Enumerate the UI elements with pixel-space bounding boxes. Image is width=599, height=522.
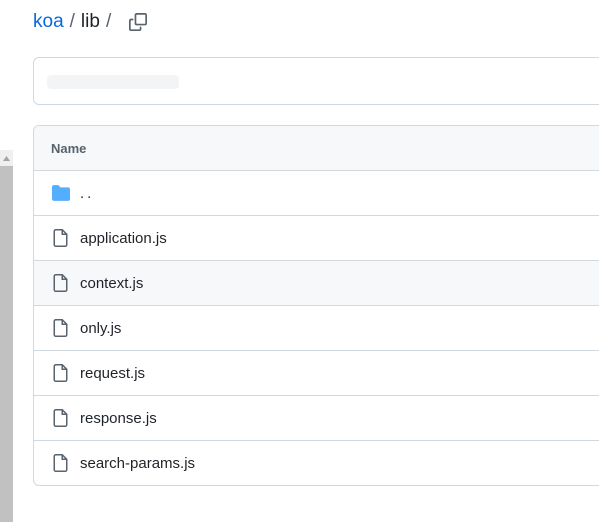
file-icon bbox=[51, 273, 71, 293]
file-link[interactable]: request.js bbox=[80, 365, 145, 382]
file-icon bbox=[51, 318, 71, 338]
copy-path-button[interactable] bbox=[127, 11, 149, 33]
file-link[interactable]: context.js bbox=[80, 275, 143, 292]
file-link[interactable]: only.js bbox=[80, 320, 121, 337]
copy-icon bbox=[129, 13, 148, 31]
file-row[interactable]: only.js bbox=[34, 306, 599, 351]
file-row[interactable]: search-params.js bbox=[34, 441, 599, 485]
folder-icon bbox=[51, 183, 71, 203]
file-row[interactable]: request.js bbox=[34, 351, 599, 396]
file-row[interactable]: application.js bbox=[34, 216, 599, 261]
breadcrumb-current-folder: lib bbox=[80, 11, 100, 32]
file-link[interactable]: application.js bbox=[80, 230, 167, 247]
breadcrumb-separator: / bbox=[69, 11, 75, 32]
file-icon bbox=[51, 453, 71, 473]
file-icon bbox=[51, 363, 71, 383]
file-search-input[interactable] bbox=[33, 57, 599, 105]
scrollbar-thumb[interactable] bbox=[0, 166, 13, 522]
page-scrollbar[interactable] bbox=[0, 150, 13, 522]
breadcrumb: koa / lib / bbox=[33, 9, 149, 35]
table-header: Name bbox=[34, 126, 599, 171]
file-icon bbox=[51, 228, 71, 248]
loading-skeleton bbox=[47, 75, 179, 89]
breadcrumb-repo-link[interactable]: koa bbox=[33, 9, 64, 35]
breadcrumb-trailing-separator: / bbox=[105, 11, 112, 32]
scroll-up-arrow-icon[interactable] bbox=[0, 150, 13, 166]
file-list-table: Name .. application.js context.js only.j… bbox=[33, 125, 599, 486]
file-icon bbox=[51, 408, 71, 428]
file-link[interactable]: search-params.js bbox=[80, 455, 195, 472]
parent-directory-link[interactable]: .. bbox=[80, 185, 94, 202]
file-row[interactable]: response.js bbox=[34, 396, 599, 441]
file-link[interactable]: response.js bbox=[80, 410, 157, 427]
file-row[interactable]: context.js bbox=[34, 261, 599, 306]
parent-directory-row[interactable]: .. bbox=[34, 171, 599, 216]
column-header-name: Name bbox=[51, 140, 87, 156]
